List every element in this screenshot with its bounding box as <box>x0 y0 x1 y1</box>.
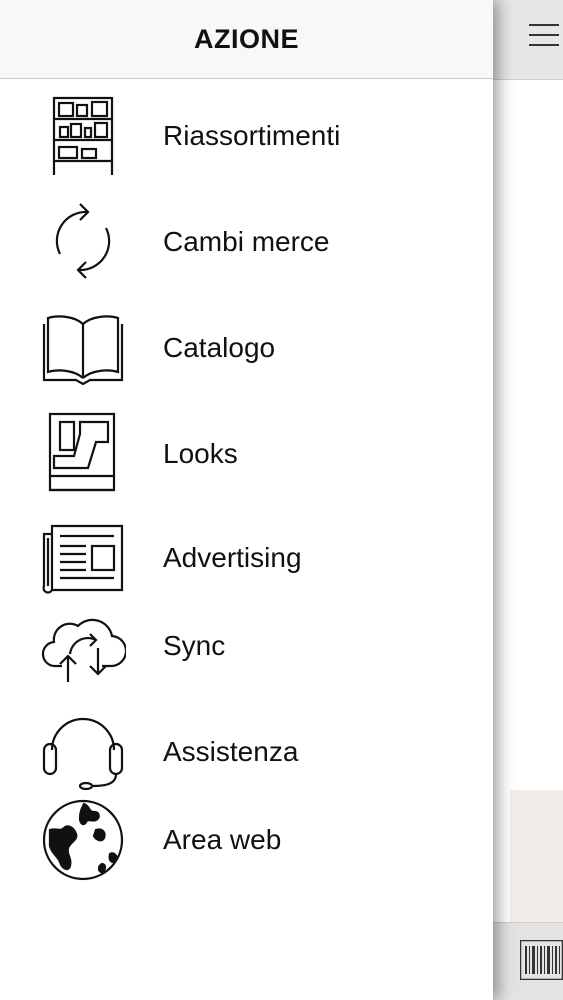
menu-item-area-web[interactable]: Area web <box>0 798 493 884</box>
drawer-header: AZIONE <box>0 0 493 79</box>
newspaper-icon <box>40 516 126 602</box>
menu-item-riassortimenti[interactable]: Riassortimenti <box>0 93 493 179</box>
menu-item-advertising[interactable]: Advertising <box>0 516 493 602</box>
menu-item-label: Assistenza <box>163 736 299 767</box>
menu-item-cambi-merce[interactable]: Cambi merce <box>0 198 493 284</box>
hamburger-icon[interactable] <box>529 22 559 48</box>
menu-item-assistenza[interactable]: Assistenza <box>0 708 493 794</box>
menu-item-catalogo[interactable]: Catalogo <box>0 304 493 390</box>
menu-item-looks[interactable]: Looks <box>0 410 493 496</box>
globe-icon <box>40 798 126 884</box>
background-content-card <box>510 790 563 922</box>
barcode-icon[interactable] <box>520 940 563 980</box>
open-book-icon <box>40 304 126 390</box>
refresh-icon <box>40 198 126 284</box>
side-drawer: AZIONE Riassortimenti Cambi merce Catalo… <box>0 0 493 1000</box>
menu-item-label: Riassortimenti <box>163 120 341 151</box>
menu-item-label: Sync <box>163 630 226 661</box>
looks-icon <box>40 410 126 496</box>
drawer-title: AZIONE <box>193 24 299 54</box>
app-screen: AZIONE Riassortimenti Cambi merce Catalo… <box>0 0 563 1000</box>
menu-item-sync[interactable]: Sync <box>0 604 493 690</box>
menu-item-label: Area web <box>163 824 282 855</box>
menu-item-label: Looks <box>163 438 238 469</box>
menu-item-label: Cambi merce <box>163 226 330 257</box>
cloud-sync-icon <box>40 604 126 690</box>
menu-item-label: Catalogo <box>163 332 276 363</box>
headset-icon <box>40 708 126 794</box>
shelf-icon <box>40 93 126 179</box>
menu-item-label: Advertising <box>163 542 302 573</box>
